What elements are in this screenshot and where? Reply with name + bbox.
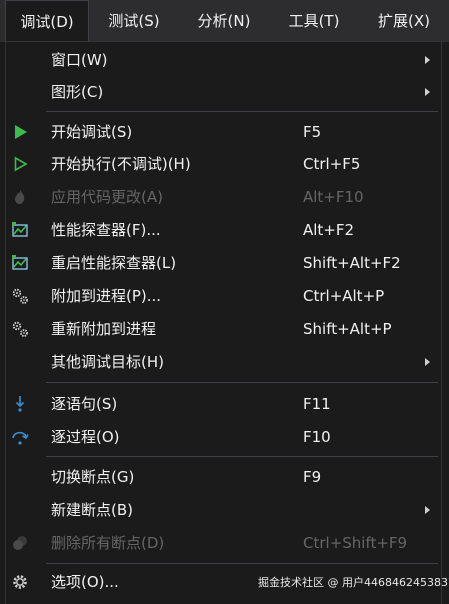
menu-item-label: 应用代码更改(A) xyxy=(51,188,163,206)
menu-item-label: 逐过程(O) xyxy=(51,428,120,446)
menu-item-window[interactable]: 窗口(W) xyxy=(6,44,441,76)
submenu-arrow-icon xyxy=(425,358,430,366)
menu-extensions[interactable]: 扩展(X) xyxy=(363,0,445,42)
menu-separator xyxy=(46,382,438,383)
menu-item-label: 窗口(W) xyxy=(51,51,108,69)
menu-item-toggle-breakpoint[interactable]: 切换断点(G) F9 xyxy=(6,461,441,493)
debug-dropdown-menu: 窗口(W) 图形(C) 开始调试(S) F5 开始执行(不调试)(H) Ctrl… xyxy=(5,41,442,604)
hot-reload-flame-icon xyxy=(15,190,25,204)
menu-item-step-into[interactable]: 逐语句(S) F11 xyxy=(6,388,441,420)
profiler-chart-icon xyxy=(12,222,28,237)
step-into-icon xyxy=(15,396,25,412)
menu-item-label: 切换断点(G) xyxy=(51,468,135,486)
menu-separator xyxy=(46,456,438,457)
shortcut-text: Shift+Alt+F2 xyxy=(303,254,401,272)
menu-separator xyxy=(46,563,438,564)
menu-item-label: 图形(C) xyxy=(51,83,104,101)
shortcut-text: Ctrl+Shift+F9 xyxy=(303,534,408,552)
shortcut-text: Alt+F10 xyxy=(303,188,364,206)
gears-icon xyxy=(12,321,28,337)
menu-item-delete-all-breakpoints: 删除所有断点(D) Ctrl+Shift+F9 xyxy=(6,527,441,559)
menu-item-label: 新建断点(B) xyxy=(51,501,133,519)
menu-item-label: 开始执行(不调试)(H) xyxy=(51,155,191,173)
menu-item-label: 重启性能探查器(L) xyxy=(51,254,177,272)
menu-item-label: 其他调试目标(H) xyxy=(51,353,164,371)
menu-bar: 调试(D) 测试(S) 分析(N) 工具(T) 扩展(X) xyxy=(0,0,449,42)
shortcut-text: Alt+F2 xyxy=(303,221,355,239)
play-outline-icon xyxy=(14,156,28,172)
menu-item-apply-code-changes: 应用代码更改(A) Alt+F10 xyxy=(6,181,441,213)
gear-icon xyxy=(13,575,27,589)
menu-item-start-debugging[interactable]: 开始调试(S) F5 xyxy=(6,116,441,148)
menu-item-label: 逐语句(S) xyxy=(51,395,118,413)
menu-item-label: 附加到进程(P)... xyxy=(51,287,162,305)
delete-breakpoints-icon xyxy=(13,536,27,550)
shortcut-text: F11 xyxy=(303,395,331,413)
menu-item-label: 删除所有断点(D) xyxy=(51,534,165,552)
shortcut-text: F10 xyxy=(303,428,331,446)
menu-item-reattach-to-process[interactable]: 重新附加到进程 Shift+Alt+P xyxy=(6,313,441,345)
gears-icon xyxy=(12,288,28,304)
submenu-arrow-icon xyxy=(425,506,430,514)
shortcut-text: Shift+Alt+P xyxy=(303,320,392,338)
shortcut-text: Ctrl+F5 xyxy=(303,155,361,173)
menu-item-label: 重新附加到进程 xyxy=(51,320,157,338)
menu-test[interactable]: 测试(S) xyxy=(96,0,172,42)
menu-item-performance-profiler[interactable]: 性能探查器(F)... Alt+F2 xyxy=(6,214,441,246)
menu-item-relaunch-profiler[interactable]: 重启性能探查器(L) Shift+Alt+F2 xyxy=(6,247,441,279)
watermark-text: 掘金技术社区 @ 用户4468462453837 xyxy=(258,576,449,589)
menu-separator xyxy=(46,111,438,112)
menu-tools[interactable]: 工具(T) xyxy=(276,0,352,42)
play-filled-icon xyxy=(15,125,27,139)
step-over-icon xyxy=(12,431,29,445)
menu-analyze[interactable]: 分析(N) xyxy=(183,0,265,42)
shortcut-text: F5 xyxy=(303,123,322,141)
menu-item-start-without-debugging[interactable]: 开始执行(不调试)(H) Ctrl+F5 xyxy=(6,148,441,180)
menu-item-graphics[interactable]: 图形(C) xyxy=(6,76,441,108)
menu-item-new-breakpoint[interactable]: 新建断点(B) xyxy=(6,494,441,526)
shortcut-text: Ctrl+Alt+P xyxy=(303,287,385,305)
menu-item-other-debug-targets[interactable]: 其他调试目标(H) xyxy=(6,346,441,378)
menu-item-label: 性能探查器(F)... xyxy=(51,221,161,239)
submenu-arrow-icon xyxy=(425,56,430,64)
menu-item-attach-to-process[interactable]: 附加到进程(P)... Ctrl+Alt+P xyxy=(6,280,441,312)
shortcut-text: F9 xyxy=(303,468,322,486)
profiler-chart-icon xyxy=(12,255,28,270)
menu-item-label: 开始调试(S) xyxy=(51,123,133,141)
submenu-arrow-icon xyxy=(425,88,430,96)
menu-item-step-over[interactable]: 逐过程(O) F10 xyxy=(6,421,441,453)
menu-item-label: 选项(O)... xyxy=(51,573,119,591)
menu-debug[interactable]: 调试(D) xyxy=(5,0,89,42)
